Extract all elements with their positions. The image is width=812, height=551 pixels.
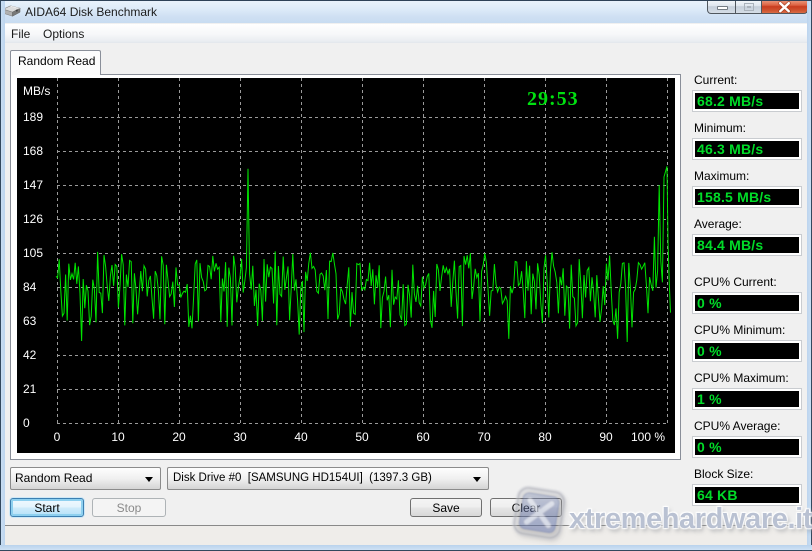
svg-text:100 %: 100 %	[631, 430, 665, 444]
svg-text:40: 40	[294, 430, 308, 444]
svg-text:63: 63	[23, 314, 37, 328]
svg-text:30: 30	[233, 430, 247, 444]
svg-text:168: 168	[23, 144, 43, 158]
svg-text:147: 147	[23, 178, 43, 192]
svg-text:21: 21	[23, 382, 37, 396]
svg-text:126: 126	[23, 212, 43, 226]
svg-text:189: 189	[23, 110, 43, 124]
svg-text:42: 42	[23, 348, 37, 362]
svg-text:0: 0	[54, 430, 61, 444]
svg-text:90: 90	[599, 430, 613, 444]
svg-text:105: 105	[23, 246, 43, 260]
svg-text:50: 50	[355, 430, 369, 444]
svg-text:10: 10	[111, 430, 125, 444]
svg-text:29:53: 29:53	[527, 88, 579, 110]
svg-text:MB/s: MB/s	[23, 84, 50, 98]
svg-text:84: 84	[23, 280, 37, 294]
svg-text:0: 0	[23, 416, 30, 430]
svg-text:20: 20	[172, 430, 186, 444]
svg-text:80: 80	[538, 430, 552, 444]
svg-text:70: 70	[477, 430, 491, 444]
svg-text:60: 60	[416, 430, 430, 444]
